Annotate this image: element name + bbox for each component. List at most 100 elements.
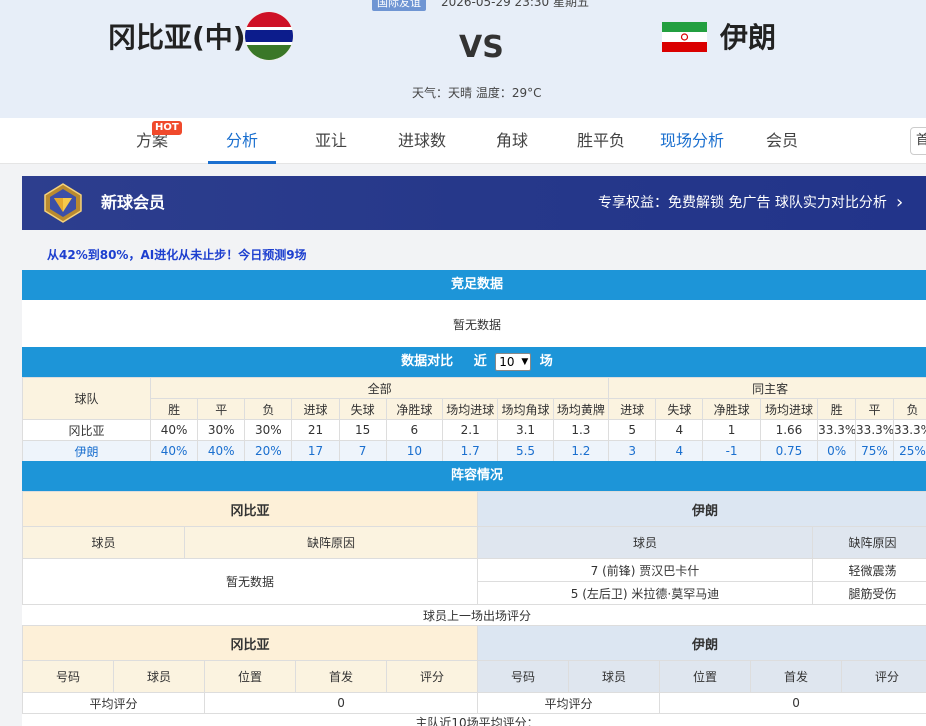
col-rating: 评分 bbox=[385, 660, 479, 693]
ai-promo-link[interactable]: 从42%到80%，AI进化从未止步！今日预测9场 bbox=[47, 247, 307, 263]
tab-corners[interactable]: 角球 bbox=[494, 118, 530, 164]
stat-cell: 30% bbox=[197, 419, 246, 441]
avg-rating-label: 平均评分 bbox=[22, 692, 205, 714]
col-all-goals: 进球 bbox=[291, 398, 340, 420]
stat-cell: 25% bbox=[892, 440, 926, 462]
stat-cell: 1.66 bbox=[759, 419, 819, 441]
col-absence-reason: 缺阵原因 bbox=[183, 526, 479, 559]
col-ha-win: 胜 bbox=[817, 398, 857, 420]
chevron-right-icon[interactable]: › bbox=[896, 176, 903, 230]
home-avg-rating-label: 主队近10场平均评分： bbox=[415, 716, 539, 726]
stat-cell: 5.5 bbox=[497, 440, 554, 462]
col-player: 球员 bbox=[477, 526, 813, 559]
stat-cell: 17 bbox=[291, 440, 340, 462]
member-banner[interactable]: 新球会员 专享权益：免费解锁 免广告 球队实力对比分析 › bbox=[22, 176, 926, 230]
table-row: 平均评分 0 bbox=[477, 692, 926, 714]
col-all-avg-goals: 场均进球 bbox=[442, 398, 499, 420]
tab-goals[interactable]: 进球数 bbox=[396, 118, 448, 164]
analysis-nav: 方案 分析 亚让 进球数 角球 胜平负 现场分析 会员 bbox=[0, 118, 926, 164]
col-all-lose: 负 bbox=[244, 398, 293, 420]
stat-cell: 0.75 bbox=[759, 440, 819, 462]
stat-cell: 15 bbox=[338, 419, 387, 441]
stat-cell: 1.7 bbox=[442, 440, 499, 462]
team-cell[interactable]: 伊朗 bbox=[21, 440, 152, 462]
match-datetime: 2026-05-29 23:30 星期五 bbox=[441, 0, 589, 9]
section-lineup-header: 阵容情况 bbox=[22, 461, 926, 491]
away-team-name[interactable]: 伊朗 bbox=[720, 18, 776, 58]
match-count-select[interactable]: 10 ▼ bbox=[495, 352, 532, 371]
section-jingzu-header: 竞足数据 bbox=[22, 270, 926, 300]
stat-cell: 21 bbox=[291, 419, 340, 441]
stat-cell: 1.2 bbox=[552, 440, 610, 462]
away-ratings-table: 伊朗 号码 球员 位置 首发 评分 平均评分 0 bbox=[476, 625, 926, 714]
stat-cell: 40% bbox=[197, 440, 246, 462]
compare-subheader-row: 胜 平 负 进球 失球 净胜球 场均进球 场均角球 场均黄牌 进球 失球 净胜球… bbox=[23, 398, 926, 420]
stat-cell: 6 bbox=[385, 419, 444, 441]
reason-cell: 腿筋受伤 bbox=[811, 581, 926, 605]
stat-cell: 33.3% bbox=[855, 419, 894, 441]
analysis-content: 竞足数据 暂无数据 数据对比 近 10 ▼ 场 球队 全部 同主客 胜 平 负 进… bbox=[21, 270, 926, 726]
stat-cell: 75% bbox=[855, 440, 894, 462]
stat-cell: 4 bbox=[655, 440, 704, 462]
stat-cell: 3 bbox=[608, 440, 657, 462]
col-position: 位置 bbox=[204, 660, 296, 693]
col-ha-goal-diff: 净胜球 bbox=[702, 398, 761, 420]
tab-win-draw-lose[interactable]: 胜平负 bbox=[575, 118, 627, 164]
team-cell[interactable]: 冈比亚 bbox=[21, 419, 152, 441]
stat-cell: 40% bbox=[150, 419, 199, 441]
stat-cell: 7 bbox=[338, 440, 387, 462]
home-team-name[interactable]: 冈比亚(中) bbox=[108, 18, 246, 58]
col-ha-draw: 平 bbox=[855, 398, 894, 420]
match-count-value: 10 bbox=[499, 354, 515, 369]
nav-right-button[interactable]: 首 bbox=[910, 127, 926, 155]
tab-analysis[interactable]: 分析 bbox=[208, 118, 276, 164]
col-ha-conceded: 失球 bbox=[655, 398, 704, 420]
player-cell[interactable]: 5 (左后卫) 米拉德·莫罕马迪 bbox=[477, 581, 813, 605]
col-rating: 评分 bbox=[840, 660, 926, 693]
diamond-badge-icon bbox=[44, 183, 82, 223]
col-ha-goals: 进球 bbox=[608, 398, 657, 420]
avg-rating-value: 0 bbox=[658, 692, 926, 714]
col-all-conceded: 失球 bbox=[338, 398, 387, 420]
home-lineup-team: 冈比亚 bbox=[21, 491, 479, 527]
reason-cell: 轻微震荡 bbox=[811, 558, 926, 582]
tab-member[interactable]: 会员 bbox=[764, 118, 800, 164]
col-team: 球队 bbox=[21, 377, 152, 420]
vs-label: VS bbox=[459, 30, 504, 65]
away-lineup-table: 伊朗 球员 缺阵原因 7 (前锋) 贾汉巴卡什 轻微震荡 5 (左后卫) 米拉德… bbox=[476, 491, 926, 605]
tab-asian-handicap[interactable]: 亚让 bbox=[313, 118, 349, 164]
compare-title: 数据对比 bbox=[401, 354, 454, 369]
col-all-avg-yellow: 场均黄牌 bbox=[552, 398, 610, 420]
stat-cell: 10 bbox=[385, 440, 444, 462]
table-row: 7 (前锋) 贾汉巴卡什 轻微震荡 bbox=[477, 558, 926, 582]
near-suffix: 场 bbox=[539, 354, 553, 369]
near-prefix: 近 bbox=[473, 354, 487, 369]
col-starter: 首发 bbox=[750, 660, 842, 693]
match-header: 国际友谊 2026-05-29 23:30 星期五 冈比亚(中) VS 伊朗 天… bbox=[0, 0, 926, 118]
weather-info: 天气：天晴 温度：29°C bbox=[412, 86, 542, 100]
league-tag[interactable]: 国际友谊 bbox=[372, 0, 426, 11]
member-title: 新球会员 bbox=[101, 193, 166, 212]
stat-cell: 0% bbox=[817, 440, 857, 462]
stat-cell: 33.3% bbox=[817, 419, 857, 441]
player-cell[interactable]: 7 (前锋) 贾汉巴卡什 bbox=[477, 558, 813, 582]
section-compare-header: 数据对比 近 10 ▼ 场 bbox=[22, 347, 926, 377]
col-all-win: 胜 bbox=[150, 398, 199, 420]
table-row: 平均评分 0 bbox=[22, 692, 479, 714]
col-all-avg-corners: 场均角球 bbox=[497, 398, 554, 420]
stat-cell: -1 bbox=[702, 440, 761, 462]
col-position: 位置 bbox=[659, 660, 751, 693]
member-benefit-text: 专享权益：免费解锁 免广告 球队实力对比分析 bbox=[598, 195, 887, 211]
home-lineup-table: 冈比亚 球员 缺阵原因 暂无数据 bbox=[21, 491, 479, 605]
tab-live-analysis[interactable]: 现场分析 bbox=[658, 118, 726, 164]
stat-cell: 3.1 bbox=[497, 419, 554, 441]
table-row: 伊朗 40% 40% 20% 17 7 10 1.7 5.5 1.2 3 4 -… bbox=[21, 440, 926, 462]
stat-cell: 1.3 bbox=[552, 419, 610, 441]
group-home-away: 同主客 bbox=[608, 377, 926, 399]
col-absence-reason: 缺阵原因 bbox=[811, 526, 926, 559]
col-ha-avg-goals: 场均进球 bbox=[759, 398, 819, 420]
col-all-goal-diff: 净胜球 bbox=[385, 398, 444, 420]
away-lineup-team: 伊朗 bbox=[476, 491, 926, 527]
col-starter: 首发 bbox=[295, 660, 387, 693]
avg-rating-label: 平均评分 bbox=[477, 692, 660, 714]
